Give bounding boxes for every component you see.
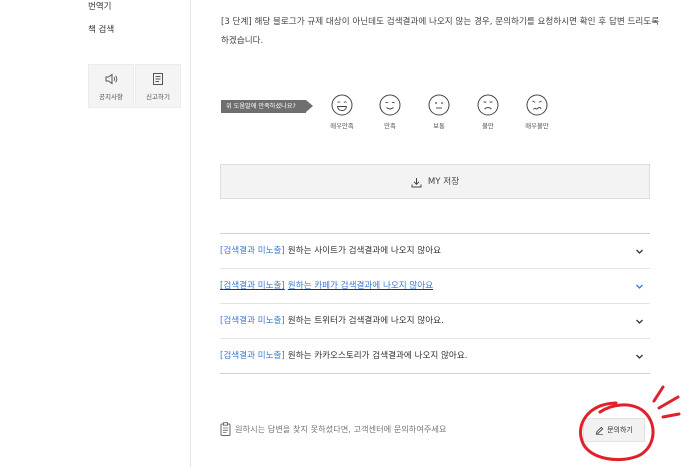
very-happy-face-icon <box>331 94 353 116</box>
faq-item[interactable]: [검색결과 미노출] 원하는 카카오스토리가 검색결과에 나오지 않아요. <box>220 339 650 374</box>
satisfaction-prompt: 위 도움말에 만족하셨나요? <box>221 100 313 113</box>
happy-face-icon <box>379 94 401 116</box>
help-text: 원하시는 답변을 찾지 못하셨다면, 고객센터에 문의하여주세요 <box>235 424 447 434</box>
sad-face-icon <box>477 94 499 116</box>
inquiry-label: 문의하기 <box>607 426 633 434</box>
chevron-down-icon[interactable] <box>635 317 644 326</box>
report-button-label: 신고하기 <box>146 93 170 101</box>
chevron-down-icon[interactable] <box>635 352 644 361</box>
faq-question: 원하는 카카오스토리가 검색결과에 나오지 않아요. <box>287 351 468 361</box>
rating-label: 보통 <box>433 122 445 130</box>
angry-face-icon <box>526 94 548 116</box>
faq-item[interactable]: [검색결과 미노출] 원하는 사이트가 검색결과에 나오지 않아요 <box>220 234 650 269</box>
related-faq-list: [검색결과 미노출] 원하는 사이트가 검색결과에 나오지 않아요 [검색결과 미… <box>220 233 650 374</box>
rating-very-dissatisfied[interactable]: 매우불만 <box>519 94 555 130</box>
rating-satisfied[interactable]: 만족 <box>372 94 408 130</box>
sidebar: 번역기 책 검색 공지사항 신고하기 <box>0 0 191 467</box>
faq-category: [검색결과 미노출] <box>220 281 285 291</box>
download-icon <box>411 178 422 188</box>
chevron-down-icon[interactable] <box>635 282 644 291</box>
clipboard-icon <box>220 422 231 436</box>
faq-question: 원하는 사이트가 검색결과에 나오지 않아요 <box>287 246 442 256</box>
rating-label: 만족 <box>384 122 396 130</box>
faq-item[interactable]: [검색결과 미노출] 원하는 트위터가 검색결과에 나오지 않아요. <box>220 304 650 339</box>
rating-dissatisfied[interactable]: 불만 <box>470 94 506 130</box>
rating-label: 매우만족 <box>330 122 354 130</box>
faq-category: [검색결과 미노출] <box>220 316 285 326</box>
inquiry-button[interactable]: 문의하기 <box>583 418 645 442</box>
report-button[interactable]: 신고하기 <box>135 64 181 108</box>
my-save-label: MY 저장 <box>427 177 460 187</box>
faq-item[interactable]: [검색결과 미노출] 원하는 카페가 검색결과에 나오지 않아요 <box>220 269 650 304</box>
speaker-icon <box>105 73 118 85</box>
rating-label: 매우불만 <box>525 122 549 130</box>
faq-question: 원하는 카페가 검색결과에 나오지 않아요 <box>287 281 434 291</box>
help-message: 원하시는 답변을 찾지 못하셨다면, 고객센터에 문의하여주세요 <box>220 422 446 436</box>
faq-category: [검색결과 미노출] <box>220 246 285 256</box>
faq-category: [검색결과 미노출] <box>220 351 285 361</box>
rating-very-satisfied[interactable]: 매우만족 <box>324 94 360 130</box>
rating-neutral[interactable]: 보통 <box>421 94 457 130</box>
notice-button[interactable]: 공지사항 <box>88 64 134 108</box>
neutral-face-icon <box>428 94 450 116</box>
step-3-description: [3 단계] 해당 블로그가 규제 대상이 아닌데도 검색결과에 나오지 않는 … <box>221 17 660 46</box>
notice-button-label: 공지사항 <box>99 93 123 101</box>
rating-label: 불만 <box>482 122 494 130</box>
chevron-down-icon[interactable] <box>635 247 644 256</box>
sidebar-link-translator[interactable]: 번역기 <box>88 0 111 12</box>
pencil-icon <box>596 426 604 435</box>
faq-question: 원하는 트위터가 검색결과에 나오지 않아요. <box>287 316 444 326</box>
my-save-button[interactable]: MY 저장 <box>220 164 650 199</box>
sidebar-link-book-search[interactable]: 책 검색 <box>88 23 114 35</box>
document-icon <box>153 73 163 85</box>
